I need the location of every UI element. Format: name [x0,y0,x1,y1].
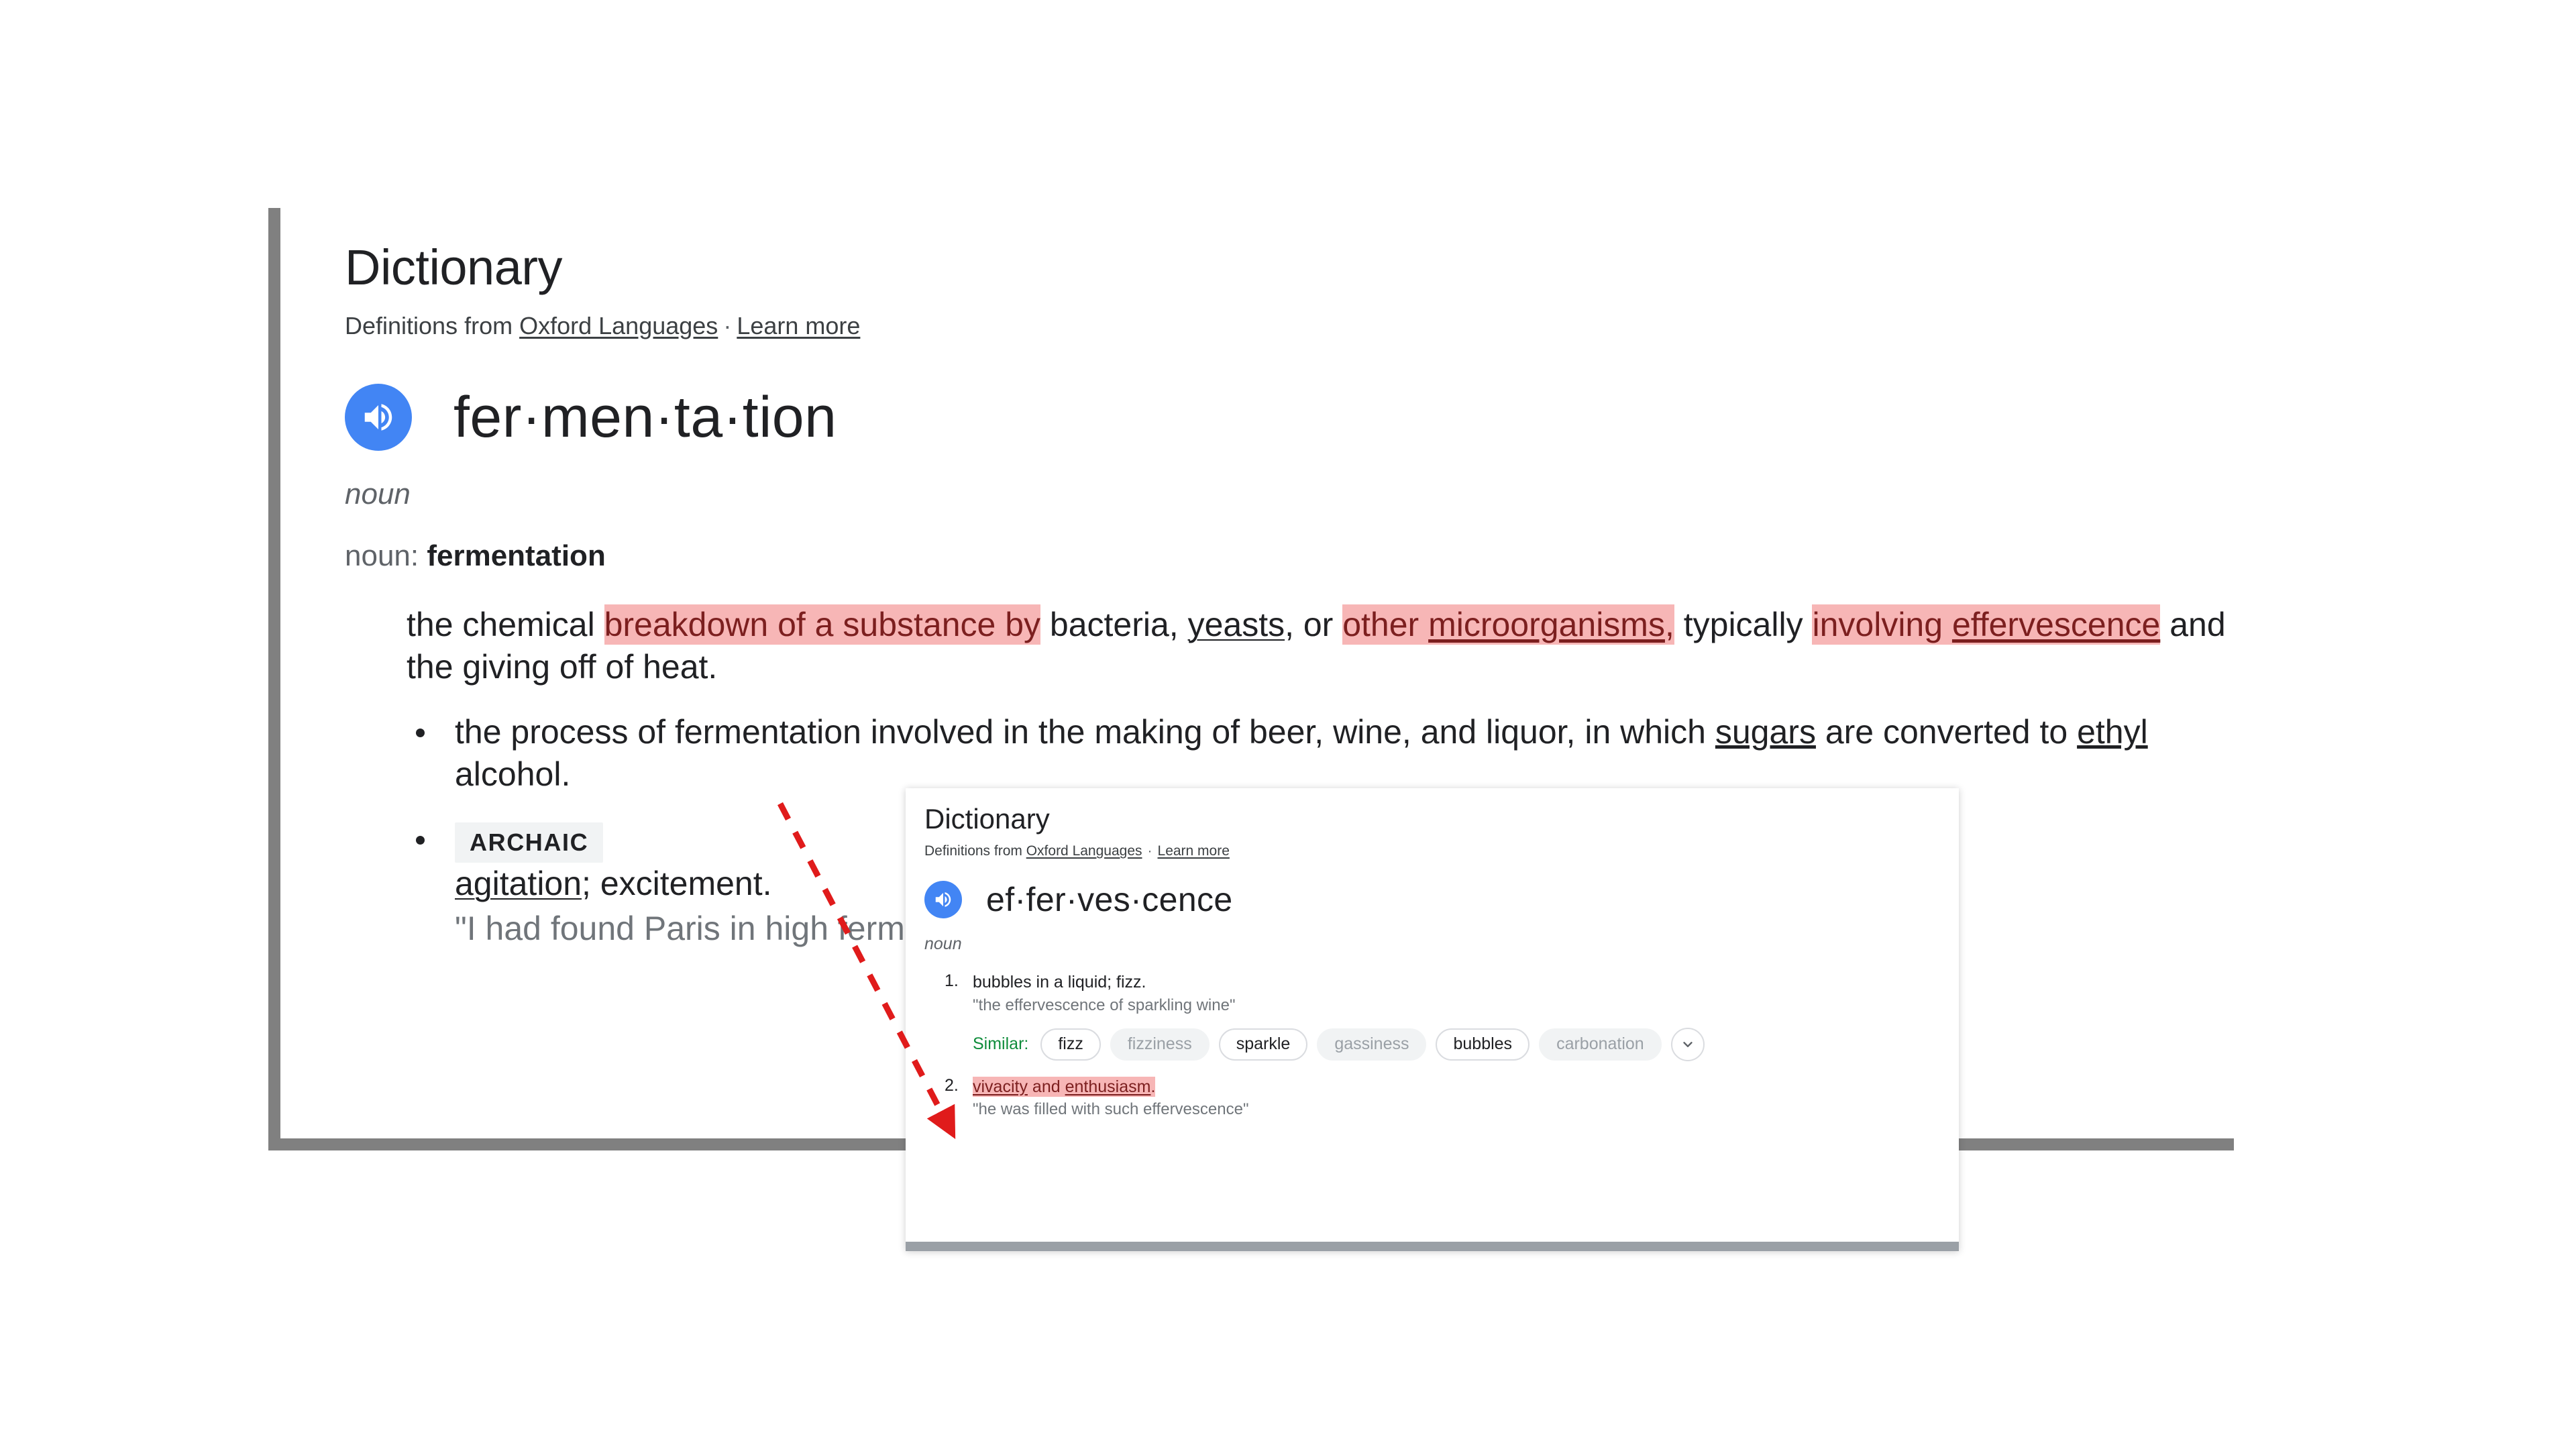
popup-def2-highlight: vivacity and enthusiasm. [973,1076,1156,1097]
learn-more-link[interactable]: Learn more [737,312,860,339]
popup-definition-list: 1. bubbles in a liquid; fizz. "the effer… [924,971,1959,1120]
popup-title: Dictionary [924,803,1050,835]
def-hl2-c: , [1664,606,1674,644]
def-hl3-a: involving [1812,606,1952,644]
similar-chip-bubbles[interactable]: bubbles [1436,1028,1530,1061]
speaker-icon[interactable] [345,384,412,451]
similar-chip-carbonation[interactable]: carbonation [1539,1028,1662,1061]
popup-attribution-separator: · [1147,843,1152,859]
similar-chip-gassiness[interactable]: gassiness [1317,1028,1427,1061]
list-item: 1. bubbles in a liquid; fizz. "the effer… [945,971,1959,1061]
list-item: 2. vivacity and enthusiasm. "he was fill… [945,1076,1959,1120]
bullet1-text-4: alcohol. [455,755,571,794]
popup-attribution-prefix: Definitions from [924,843,1026,859]
noun-label: noun [345,539,411,573]
bullet1-text-1: the process of fermentation [455,713,861,751]
bullet1-text-2: which [1620,713,1715,751]
list-item: the process of fermentation involved in … [407,711,2234,796]
enthusiasm-link[interactable]: enthusiasm [1065,1077,1151,1096]
popup-dictionary-card: Dictionary Definitions from Oxford Langu… [906,788,1959,1251]
primary-definition: the chemical breakdown of a substance by… [407,604,2234,688]
vivacity-link[interactable]: vivacity [973,1077,1028,1096]
popup-attribution-line: Definitions from Oxford Languages · Learn … [924,843,1959,859]
attribution-separator: · [723,312,732,340]
similar-label: Similar: [973,1034,1029,1054]
ethyl-link[interactable]: ethyl [2077,713,2148,751]
sugars-link[interactable]: sugars [1715,713,1816,751]
status-badge: ARCHAIC [455,822,604,863]
def-highlight-2: other microorganisms, [1342,604,1674,645]
popup-def2-mid: and [1027,1077,1065,1096]
effervescence-link[interactable]: effervescence [1952,606,2160,643]
headword: fer·men·ta·tion [453,385,837,450]
def-highlight-3: involving effervescence [1812,604,2161,645]
chevron-down-icon[interactable] [1670,1027,1705,1061]
noun-word: fermentation [427,539,606,573]
popup-headword: ef·fer·ves·cence [986,881,1233,919]
popup-part-of-speech: noun [924,934,962,954]
attribution-prefix: Definitions from [345,312,520,340]
popup-definition-1: bubbles in a liquid; fizz. [973,973,1146,992]
speaker-icon[interactable] [924,881,962,919]
similar-chip-fizziness[interactable]: fizziness [1110,1028,1210,1061]
popup-learn-more-link[interactable]: Learn more [1158,843,1230,859]
page-title: Dictionary [345,239,563,295]
bullet2-text: ; excitement. [582,864,772,902]
oxford-languages-link[interactable]: Oxford Languages [519,312,718,339]
agitation-link[interactable]: agitation [455,865,582,902]
popup-headword-row: ef·fer·ves·cence [924,881,1959,919]
bullet1-text-occluded: involved in the making of beer, wine, an… [861,713,1621,751]
def-seg-plain-4: typically [1674,606,1813,644]
noun-entry-line: noun: fermentation [345,539,606,573]
bullet1-text-3: are converted to [1815,713,2078,751]
def-seg-plain-1: the chemical [407,606,604,644]
headword-row: fer·men·ta·tion [345,384,2234,451]
part-of-speech: noun [345,478,411,511]
def-highlight-1: breakdown of a substance by [604,604,1041,645]
popup-example-1: "the effervescence of sparkling wine" [973,996,1236,1014]
microorganisms-link[interactable]: microorganisms [1428,606,1665,643]
def-hl2-a: other [1342,606,1429,644]
popup-def2-end: . [1150,1077,1156,1096]
bullet2-definition: agitation; excitement. [455,865,772,902]
yeasts-link[interactable]: yeasts [1188,606,1285,643]
popup-definition-2: vivacity and enthusiasm. [973,1076,1959,1098]
attribution-line: Definitions from Oxford Languages · Learn … [345,311,2234,342]
popup-oxford-languages-link[interactable]: Oxford Languages [1026,843,1142,859]
similar-words-row: Similar: fizz fizziness sparkle gassines… [973,1027,1959,1061]
similar-chip-fizz[interactable]: fizz [1040,1028,1101,1061]
popup-example-2: "he was filled with such effervescence" [973,1100,1249,1119]
def-seg-plain-2: bacteria, [1040,606,1188,644]
def-seg-plain-3: , or [1285,606,1343,644]
definition-number: 1. [945,971,959,991]
definition-number: 2. [945,1075,959,1095]
similar-chip-sparkle[interactable]: sparkle [1218,1028,1308,1061]
